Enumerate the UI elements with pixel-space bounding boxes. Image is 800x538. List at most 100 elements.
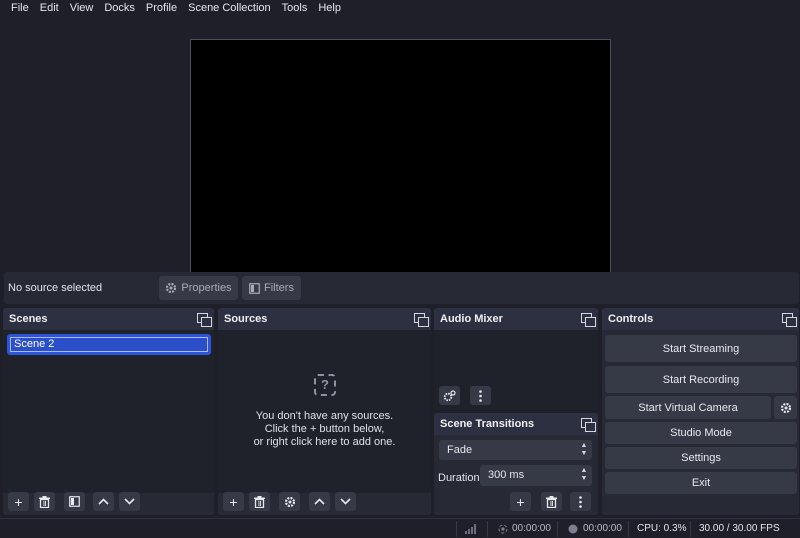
status-divider: [628, 521, 629, 537]
gear-icon: [780, 402, 791, 413]
sources-header: Sources: [218, 308, 431, 330]
scenes-list: Scene 2: [3, 330, 214, 493]
duration-spinbox[interactable]: 300 ms ▲ ▼: [480, 465, 592, 486]
menu-view[interactable]: View: [66, 0, 98, 17]
filters-button[interactable]: Filters: [242, 276, 301, 300]
record-icon: [568, 524, 578, 534]
menu-help[interactable]: Help: [314, 0, 345, 17]
menu-scene-collection[interactable]: Scene Collection: [184, 0, 275, 17]
scenes-title: Scenes: [9, 313, 48, 325]
chevron-down-icon: [124, 498, 135, 505]
sources-title: Sources: [224, 313, 268, 325]
undock-icon[interactable]: [197, 313, 212, 327]
stream-time: 00:00:00: [512, 523, 551, 534]
plus-icon: +: [229, 493, 238, 510]
menu-docks[interactable]: Docks: [100, 0, 139, 17]
add-source-button[interactable]: +: [223, 492, 244, 511]
source-properties-button[interactable]: [279, 492, 300, 511]
sources-dock: Sources ? You don't have any sources. Cl…: [218, 308, 431, 515]
scene-filters-button[interactable]: [64, 492, 85, 511]
plus-icon: +: [14, 493, 23, 510]
controls-header: Controls: [602, 308, 799, 330]
empty-message-line: or right click here to add one.: [253, 436, 396, 448]
status-bar: 00:00:00 00:00:00 CPU: 0.3% 30.00 / 30.0…: [0, 518, 800, 538]
gear-icon: [284, 496, 295, 507]
scene-name[interactable]: Scene 2: [10, 337, 208, 352]
trash-icon: [39, 495, 50, 508]
properties-label: Properties: [181, 282, 232, 294]
undock-icon[interactable]: [581, 418, 596, 432]
scene-transitions-dock: Scene Transitions Fade ▲ ▼ Duration 300 m…: [434, 413, 598, 515]
undock-icon[interactable]: [782, 313, 797, 327]
trash-icon: [254, 495, 265, 508]
transition-select-value: Fade: [447, 444, 473, 456]
status-divider: [557, 521, 558, 537]
virtual-camera-config-button[interactable]: [774, 396, 797, 419]
remove-source-button[interactable]: [249, 492, 270, 511]
menu-profile[interactable]: Profile: [142, 0, 181, 17]
remove-transition-button[interactable]: [541, 492, 562, 511]
filter-icon: [69, 496, 80, 507]
sources-list[interactable]: ? You don't have any sources. Click the …: [218, 330, 431, 493]
properties-button[interactable]: Properties: [159, 276, 238, 300]
undock-icon[interactable]: [414, 313, 429, 327]
chevron-up-icon: [314, 498, 325, 505]
no-source-label: No source selected: [8, 282, 103, 294]
menu-bar: File Edit View Docks Profile Scene Colle…: [0, 0, 800, 17]
context-bar: No source selected Properties Filters: [4, 272, 799, 304]
filter-icon: [249, 282, 260, 294]
scene-transitions-header: Scene Transitions: [434, 413, 598, 435]
status-divider: [690, 521, 691, 537]
cpu-usage: CPU: 0.3%: [637, 523, 687, 534]
audio-mixer-dock: Audio Mixer: [434, 308, 598, 410]
move-source-down-button[interactable]: [335, 492, 356, 511]
status-divider: [487, 521, 488, 537]
audio-advanced-properties-button[interactable]: [439, 386, 460, 405]
move-scene-up-button[interactable]: [93, 492, 114, 511]
controls-title: Controls: [608, 313, 654, 325]
scene-list-item[interactable]: Scene 2: [7, 334, 211, 355]
move-source-up-button[interactable]: [309, 492, 330, 511]
gear-icon: [166, 282, 177, 294]
transition-menu-button[interactable]: [570, 492, 591, 511]
audio-mixer-header: Audio Mixer: [434, 308, 598, 330]
audio-mixer-menu-button[interactable]: [470, 386, 491, 405]
add-scene-button[interactable]: +: [8, 492, 29, 511]
spin-arrows-icon[interactable]: ▲ ▼: [580, 467, 588, 483]
add-transition-button[interactable]: +: [510, 492, 531, 511]
record-time: 00:00:00: [583, 523, 622, 534]
chevron-up-icon: [98, 498, 109, 505]
start-virtual-camera-button[interactable]: Start Virtual Camera: [605, 396, 771, 419]
filters-label: Filters: [264, 282, 294, 294]
duration-label: Duration: [438, 472, 480, 484]
preview-area: [0, 17, 800, 279]
question-icon: ?: [314, 374, 336, 396]
signal-strength-icon: [465, 524, 476, 534]
undock-icon[interactable]: [581, 313, 596, 327]
gears-icon: [443, 389, 456, 401]
audio-mixer-title: Audio Mixer: [440, 313, 503, 325]
controls-dock: Controls Start Streaming Start Recording…: [602, 308, 799, 515]
exit-button[interactable]: Exit: [605, 472, 797, 494]
preview-canvas[interactable]: [190, 39, 611, 279]
start-recording-button[interactable]: Start Recording: [605, 366, 797, 393]
settings-button[interactable]: Settings: [605, 447, 797, 469]
scenes-header: Scenes: [3, 308, 214, 330]
empty-message-line: You don't have any sources.: [255, 410, 394, 422]
duration-value: 300 ms: [488, 469, 525, 481]
studio-mode-button[interactable]: Studio Mode: [605, 422, 797, 444]
fps-display: 30.00 / 30.00 FPS: [699, 523, 780, 534]
start-streaming-button[interactable]: Start Streaming: [605, 335, 797, 362]
menu-edit[interactable]: Edit: [36, 0, 63, 17]
empty-message-line: Click the + button below,: [264, 423, 385, 435]
trash-icon: [546, 495, 557, 508]
chevron-down-icon: [340, 498, 351, 505]
scenes-dock: Scenes Scene 2 +: [3, 308, 214, 515]
move-scene-down-button[interactable]: [119, 492, 140, 511]
streaming-icon: [498, 524, 508, 534]
remove-scene-button[interactable]: [34, 492, 55, 511]
menu-tools[interactable]: Tools: [278, 0, 312, 17]
transition-select[interactable]: Fade ▲ ▼: [439, 440, 592, 460]
plus-icon: +: [516, 493, 525, 510]
menu-file[interactable]: File: [7, 0, 33, 17]
